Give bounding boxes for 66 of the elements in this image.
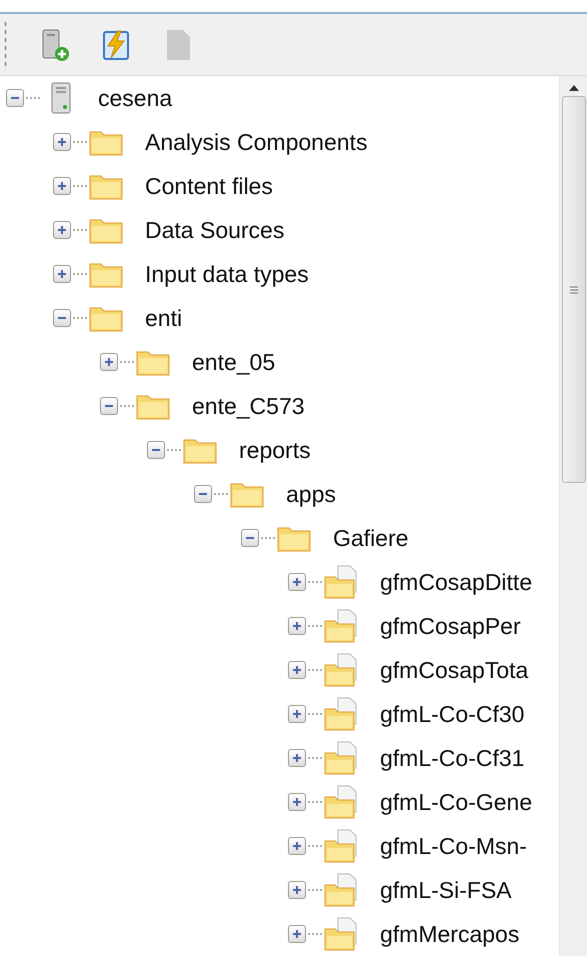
collapse-toggle[interactable] bbox=[147, 441, 165, 459]
report-folder-icon bbox=[324, 565, 358, 599]
report-folder-icon bbox=[324, 829, 358, 863]
tree-item-label[interactable]: gfmCosapTota bbox=[380, 656, 528, 684]
plus-icon bbox=[57, 181, 67, 191]
scroll-up-arrow-icon[interactable] bbox=[568, 84, 580, 92]
plus-icon bbox=[292, 709, 302, 719]
tree-item-label[interactable]: reports bbox=[239, 436, 311, 464]
tree-item-label[interactable]: Input data types bbox=[145, 260, 309, 288]
plus-icon bbox=[292, 885, 302, 895]
tree-item-label[interactable]: gfmL-Co-Msn- bbox=[380, 832, 527, 860]
tree-item-label[interactable]: gfmL-Si-FSA bbox=[380, 876, 512, 904]
expand-toggle[interactable] bbox=[53, 265, 71, 283]
tree-item-label[interactable]: Analysis Components bbox=[145, 128, 368, 156]
plus-icon bbox=[104, 357, 114, 367]
tree-item-label[interactable]: Gafiere bbox=[333, 524, 408, 552]
plus-icon bbox=[292, 841, 302, 851]
tree-item-label[interactable]: gfmCosapDitte bbox=[380, 568, 532, 596]
expand-toggle[interactable] bbox=[288, 925, 306, 943]
expand-toggle[interactable] bbox=[288, 617, 306, 635]
grip-icon bbox=[568, 284, 578, 294]
expand-toggle[interactable] bbox=[100, 353, 118, 371]
plus-icon bbox=[292, 797, 302, 807]
report-folder-icon bbox=[324, 741, 358, 775]
tree-item-label[interactable]: Data Sources bbox=[145, 216, 284, 244]
plus-icon bbox=[57, 137, 67, 147]
tree-item-label[interactable]: gfmL-Co-Cf30 bbox=[380, 700, 524, 728]
collapse-toggle[interactable] bbox=[194, 485, 212, 503]
plus-icon bbox=[292, 929, 302, 939]
expand-toggle[interactable] bbox=[53, 221, 71, 239]
report-folder-icon bbox=[324, 785, 358, 819]
server-icon bbox=[50, 82, 72, 114]
report-folder-icon bbox=[324, 917, 358, 951]
plus-icon bbox=[292, 621, 302, 631]
expand-toggle[interactable] bbox=[288, 661, 306, 679]
tree-item-label[interactable]: gfmCosapPer bbox=[380, 612, 521, 640]
report-folder-icon bbox=[324, 653, 358, 687]
expand-toggle[interactable] bbox=[53, 133, 71, 151]
plus-icon bbox=[292, 665, 302, 675]
tree-item-label[interactable]: gfmL-Co-Gene bbox=[380, 788, 532, 816]
expand-toggle[interactable] bbox=[288, 705, 306, 723]
expand-toggle[interactable] bbox=[288, 749, 306, 767]
tree-item-label[interactable]: ente_05 bbox=[192, 348, 276, 376]
tree-item-label[interactable]: ente_C573 bbox=[192, 392, 305, 420]
expand-toggle[interactable] bbox=[288, 573, 306, 591]
tree-item-label[interactable]: apps bbox=[286, 480, 336, 508]
tree-item-label[interactable]: gfmMercapos bbox=[380, 920, 520, 948]
tree-item-label[interactable]: Content files bbox=[145, 172, 273, 200]
expand-toggle[interactable] bbox=[288, 837, 306, 855]
plus-icon bbox=[292, 577, 302, 587]
expand-toggle[interactable] bbox=[53, 177, 71, 195]
tree-item-label[interactable]: gfmL-Co-Cf31 bbox=[380, 744, 524, 772]
collapse-toggle[interactable] bbox=[6, 89, 24, 107]
report-folder-icon bbox=[324, 697, 358, 731]
tree-item-label[interactable]: enti bbox=[145, 304, 182, 332]
plus-icon bbox=[292, 753, 302, 763]
collapse-toggle[interactable] bbox=[241, 529, 259, 547]
collapse-toggle[interactable] bbox=[53, 309, 71, 327]
collapse-toggle[interactable] bbox=[100, 397, 118, 415]
tree-item-label[interactable]: cesena bbox=[98, 84, 172, 112]
expand-toggle[interactable] bbox=[288, 881, 306, 899]
plus-icon bbox=[57, 269, 67, 279]
plus-icon bbox=[57, 225, 67, 235]
report-folder-icon bbox=[324, 609, 358, 643]
report-folder-icon bbox=[324, 873, 358, 907]
expand-toggle[interactable] bbox=[288, 793, 306, 811]
